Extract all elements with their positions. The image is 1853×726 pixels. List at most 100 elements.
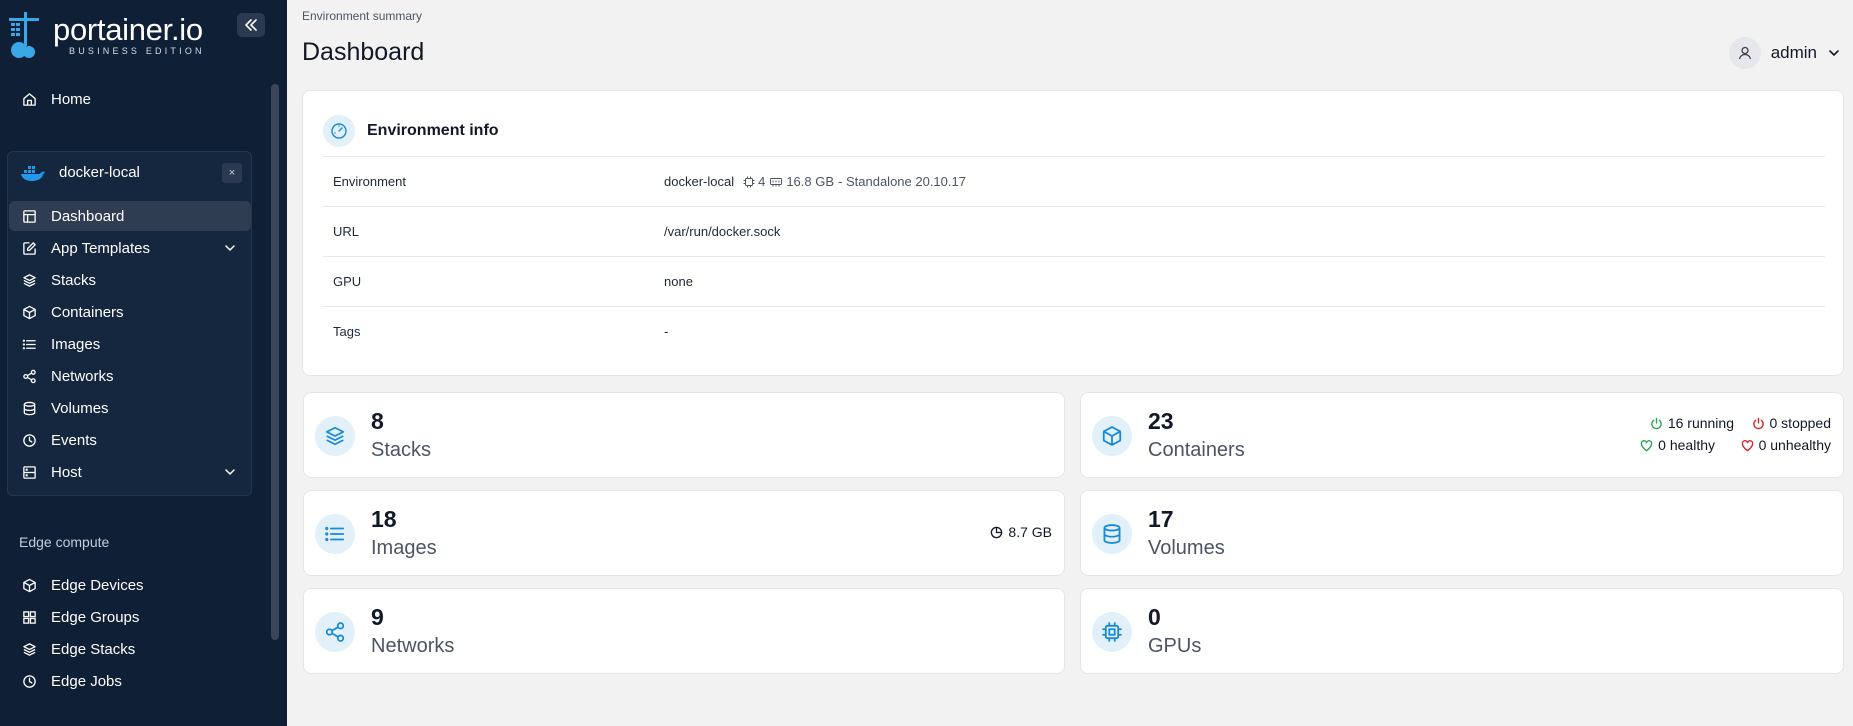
box-icon (1092, 416, 1132, 456)
sidebar-item-home[interactable]: Home (9, 84, 251, 114)
portainer-logo-icon (7, 10, 45, 60)
sidebar-item-label: Dashboard (51, 207, 125, 225)
clock-icon (21, 673, 37, 689)
environment-info-panel: Environment info Environment docker-loca… (302, 90, 1844, 376)
info-value: none (664, 274, 693, 289)
layers-icon (21, 272, 37, 288)
info-value: - (664, 324, 669, 339)
sidebar-item-images[interactable]: Images (9, 329, 251, 359)
containers-card[interactable]: 23 Containers 16 running 0 stopped 0 hea… (1080, 392, 1844, 478)
layers-icon (21, 641, 37, 657)
brand-name: portainer.io (53, 11, 203, 47)
sidebar-item-host[interactable]: Host (9, 457, 251, 487)
sidebar-item-app-templates[interactable]: App Templates (9, 233, 251, 263)
portainer-logo[interactable]: portainer.io BUSINESS EDITION (7, 10, 205, 60)
info-key: GPU (333, 274, 362, 289)
gpus-card[interactable]: 0 GPUs (1080, 588, 1844, 674)
power-icon (1651, 417, 1662, 429)
gauge-icon (323, 115, 355, 147)
info-value: docker-local 4 16.8 GB - Standalone 20.1… (664, 174, 966, 189)
breadcrumb[interactable]: Environment summary (302, 9, 422, 23)
sidebar-item-label: Edge Devices (51, 576, 144, 594)
volumes-label: Volumes (1148, 537, 1225, 559)
environment-type: - Standalone 20.10.17 (838, 174, 966, 189)
networks-card[interactable]: 9 Networks (303, 588, 1065, 674)
info-key: Environment (333, 174, 406, 189)
share-icon (21, 368, 37, 384)
sidebar-item-label: Home (51, 90, 92, 108)
volumes-count: 17 (1148, 506, 1174, 532)
collapse-sidebar-button[interactable] (237, 13, 265, 37)
sidebar-item-edge-jobs[interactable]: Edge Jobs (9, 666, 251, 696)
info-row-environment: Environment docker-local 4 16.8 GB - Sta… (323, 156, 1825, 206)
heart-icon (1640, 439, 1653, 451)
database-icon (21, 400, 37, 416)
info-value: /var/run/docker.sock (664, 224, 781, 239)
page-title: Dashboard (302, 38, 425, 66)
memory-amount: 16.8 GB (786, 174, 835, 189)
sidebar-item-stacks[interactable]: Stacks (9, 265, 251, 295)
stacks-label: Stacks (371, 439, 432, 461)
volumes-card[interactable]: 17 Volumes (1080, 490, 1844, 576)
unhealthy-status: 0 unhealthy (1741, 437, 1831, 453)
sidebar-item-label: Containers (51, 303, 124, 321)
environment-header: docker-local (21, 164, 140, 181)
sidebar-item-volumes[interactable]: Volumes (9, 393, 251, 423)
user-menu[interactable]: admin (1728, 37, 1841, 69)
sidebar-item-label: Images (51, 335, 101, 353)
docker-icon (21, 166, 45, 181)
images-count: 18 (371, 506, 397, 532)
server-icon (21, 464, 37, 480)
networks-count: 9 (371, 604, 384, 630)
edit-icon (21, 240, 37, 256)
box-icon (21, 304, 37, 320)
edge-compute-heading: Edge compute (19, 534, 110, 550)
environment-name: docker-local (59, 164, 140, 181)
sidebar-item-label: Networks (51, 367, 114, 385)
chevron-down-icon (225, 469, 235, 476)
cpu-icon (1092, 612, 1132, 652)
images-label: Images (371, 537, 437, 559)
sidebar-item-containers[interactable]: Containers (9, 297, 251, 327)
healthy-status: 0 healthy (1640, 437, 1715, 453)
gpus-count: 0 (1148, 604, 1161, 630)
clock-icon (21, 432, 37, 448)
images-card[interactable]: 18 Images 8.7 GB (303, 490, 1065, 576)
sidebar-item-label: Host (51, 463, 82, 481)
info-row-url: URL /var/run/docker.sock (323, 206, 1825, 256)
containers-label: Containers (1148, 439, 1245, 461)
networks-label: Networks (371, 635, 455, 657)
box-icon (21, 577, 37, 593)
running-status: 16 running (1650, 415, 1734, 431)
sidebar-item-dashboard[interactable]: Dashboard (9, 201, 251, 231)
layers-icon (315, 416, 355, 456)
grid-icon (21, 609, 37, 625)
info-row-gpu: GPU none (323, 256, 1825, 306)
list-icon (315, 514, 355, 554)
brand-edition: BUSINESS EDITION (69, 45, 205, 56)
share-icon (315, 612, 355, 652)
sidebar-item-edge-devices[interactable]: Edge Devices (9, 570, 251, 600)
sidebar-item-edge-groups[interactable]: Edge Groups (9, 602, 251, 632)
sidebar-scrollbar[interactable] (271, 84, 279, 640)
cpu-icon (743, 176, 755, 187)
database-icon (1092, 514, 1132, 554)
main-content: Environment summary Dashboard admin Envi… (287, 0, 1853, 726)
environment-close-button[interactable]: × (222, 163, 242, 183)
stacks-card[interactable]: 8 Stacks (303, 392, 1065, 478)
info-key: Tags (333, 324, 361, 339)
sidebar-item-label: Events (51, 431, 97, 449)
stacks-count: 8 (371, 408, 384, 434)
cpu-count: 4 (758, 174, 766, 189)
sidebar-item-label: Edge Groups (51, 608, 140, 626)
sidebar-item-networks[interactable]: Networks (9, 361, 251, 391)
sidebar-item-edge-stacks[interactable]: Edge Stacks (9, 634, 251, 664)
user-icon (1738, 46, 1751, 60)
info-row-tags: Tags - (323, 306, 1825, 356)
chevron-down-icon (1829, 50, 1839, 57)
info-key: URL (333, 224, 360, 239)
home-icon (21, 91, 37, 107)
chevrons-left-icon (245, 19, 257, 31)
sidebar-item-events[interactable]: Events (9, 425, 251, 455)
sidebar-item-label: Edge Jobs (51, 672, 122, 690)
